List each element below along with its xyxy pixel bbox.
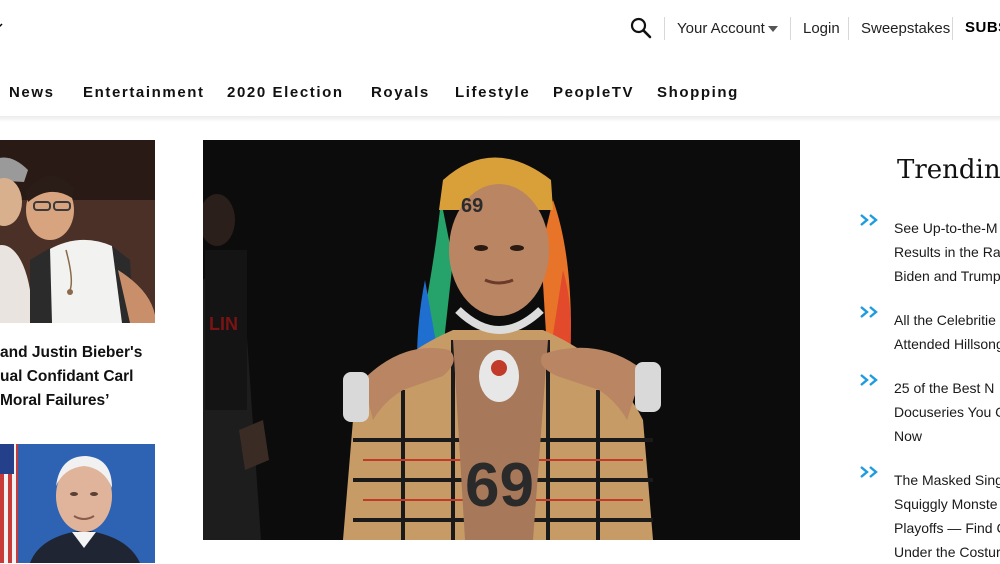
nav-item-2020-election[interactable]: 2020 Election [227,84,344,101]
logo-fragment-icon[interactable] [0,22,4,34]
header-divider [952,17,953,40]
header-divider [664,17,665,40]
nav-item-news[interactable]: News [9,84,55,101]
trending-item-line: Under the Costur [894,544,1000,560]
photo-performer: LIN 69 69 [203,140,800,540]
your-account-link[interactable]: Your Account [677,20,765,37]
trending-item-line: Biden and Trump [894,268,1000,284]
headline-line: Moral Failures’ [0,392,110,409]
trending-item-line: 25 of the Best N [894,380,995,396]
headline-line: and Justin Bieber's [0,344,143,361]
trending-item[interactable]: All the Celebritie Attended Hillsong [894,308,1000,356]
sweepstakes-link[interactable]: Sweepstakes [861,20,950,37]
trending-item-line: Now [894,428,923,444]
search-icon[interactable] [630,17,652,39]
trending-item-line: Attended Hillsong [894,336,1000,352]
trending-item-line: Docuseries You C [894,404,1000,420]
trending-item-line: The Masked Sing [894,472,1000,488]
trending-item-line: Playoffs — Find C [894,520,1000,536]
trending-item[interactable]: See Up-to-the-M Results in the Rac Biden… [894,216,1000,288]
subscribe-link[interactable]: SUBS [965,19,1000,36]
trending-item-line: See Up-to-the-M [894,220,998,236]
trending-item-line: Results in the Rac [894,244,1000,260]
story-thumbnail[interactable] [0,140,155,323]
story-thumbnail[interactable] [0,444,155,563]
trending-item-line: Squiggly Monste [894,496,998,512]
headline-line: ual Confidant Carl [0,368,134,385]
nav-shadow [0,116,1000,122]
trending-item[interactable]: The Masked Sing Squiggly Monste Playoffs… [894,468,1000,564]
story-headline[interactable]: and Justin Bieber's ual Confidant Carl M… [0,341,160,413]
double-chevron-icon [860,466,878,478]
trending-heading: Trending [897,155,1000,185]
svg-text:LIN: LIN [209,314,238,334]
double-chevron-icon [860,306,878,318]
hero-image[interactable]: LIN 69 69 [203,140,800,540]
trending-item[interactable]: 25 of the Best N Docuseries You C Now [894,376,1000,448]
nav-item-shopping[interactable]: Shopping [657,84,739,101]
svg-text:69: 69 [465,451,534,520]
double-chevron-icon [860,374,878,386]
double-chevron-icon [860,214,878,226]
nav-item-royals[interactable]: Royals [371,84,430,101]
login-link[interactable]: Login [803,20,840,37]
nav-item-lifestyle[interactable]: Lifestyle [455,84,530,101]
site-header: Your Account Login Sweepstakes SUBS News… [0,0,1000,117]
trending-item-line: All the Celebritie [894,312,996,328]
nav-item-entertainment[interactable]: Entertainment [83,84,205,101]
chevron-down-icon[interactable] [768,26,778,32]
nav-item-peopletv[interactable]: PeopleTV [553,84,634,101]
photo-two-men [0,140,155,323]
header-divider [790,17,791,40]
photo-man-at-podium [0,444,155,563]
header-divider [848,17,849,40]
svg-text:69: 69 [461,195,483,217]
